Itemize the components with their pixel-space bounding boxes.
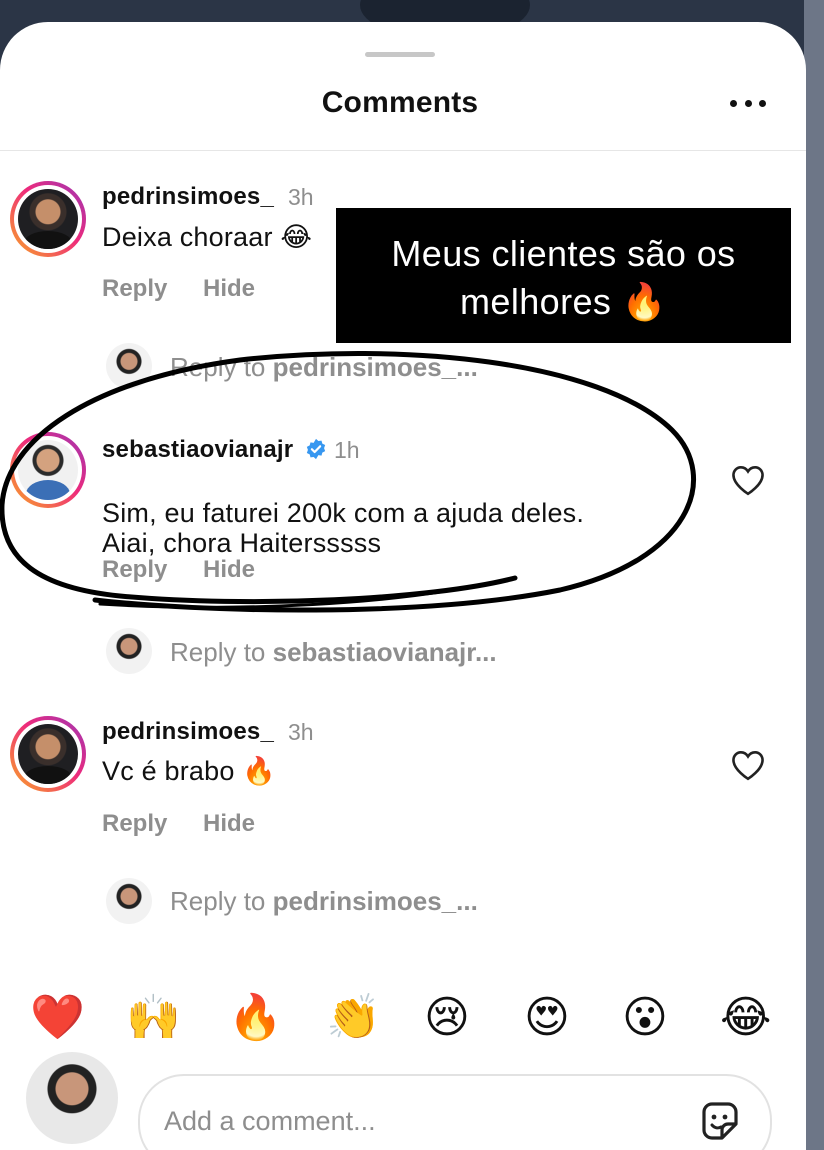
avatar[interactable] xyxy=(10,432,86,508)
comment-username[interactable]: sebastiaovianajr xyxy=(102,436,293,464)
reaction-clapping[interactable]: 👏 xyxy=(326,990,381,1046)
comment-text-line: Sim, eu faturei 200k com a ajuda deles. xyxy=(102,498,585,528)
like-heart-icon[interactable] xyxy=(730,749,766,781)
background-edge xyxy=(804,0,824,1150)
header-divider xyxy=(0,150,806,151)
comment-text: Vc é brabo 🔥 xyxy=(102,756,277,786)
sticker-icon[interactable] xyxy=(696,1098,744,1146)
reply-button[interactable]: Reply xyxy=(102,556,167,584)
comment-input-placeholder: Add a comment... xyxy=(164,1106,376,1136)
story-text-overlay: Meus clientes são os melhores 🔥 xyxy=(336,208,791,343)
comment-text: Deixa choraar 😂 xyxy=(102,222,313,252)
avatar xyxy=(106,343,152,389)
overlay-line: Meus clientes são os xyxy=(391,233,736,274)
avatar xyxy=(26,1052,118,1144)
avatar[interactable] xyxy=(10,716,86,792)
drag-handle[interactable] xyxy=(365,52,435,57)
comments-sheet: Comments pedrinsimoes_ 3h Deixa choraar … xyxy=(0,22,806,1150)
reaction-heart-eyes[interactable]: 😍 xyxy=(524,990,570,1046)
avatar xyxy=(106,878,152,924)
reaction-raising-hands[interactable]: 🙌 xyxy=(126,990,181,1046)
hide-button[interactable]: Hide xyxy=(203,810,255,838)
verified-badge-icon xyxy=(306,438,326,460)
reaction-heart[interactable]: ❤️ xyxy=(30,990,85,1046)
comment-username[interactable]: pedrinsimoes_ xyxy=(102,183,274,211)
reaction-surprised[interactable]: 😮 xyxy=(622,990,668,1046)
comment-input[interactable]: Add a comment... xyxy=(138,1074,772,1150)
comment-text-line: Aiai, chora Haitersssss xyxy=(102,528,382,558)
hide-button[interactable]: Hide xyxy=(203,556,255,584)
reaction-crying[interactable]: 😢 xyxy=(424,990,470,1046)
avatar xyxy=(106,628,152,674)
overlay-line: melhores 🔥 xyxy=(460,281,667,322)
page-title: Comments xyxy=(321,86,479,119)
comment-time: 3h xyxy=(288,184,314,210)
reply-button[interactable]: Reply xyxy=(102,810,167,838)
comment-time: 1h xyxy=(334,437,360,463)
list-fade xyxy=(0,952,806,992)
avatar[interactable] xyxy=(10,181,86,257)
more-options-icon[interactable] xyxy=(730,100,766,108)
reaction-laughing[interactable]: 😂 xyxy=(720,990,771,1046)
reply-button[interactable]: Reply xyxy=(102,275,167,303)
hide-button[interactable]: Hide xyxy=(203,275,255,303)
like-heart-icon[interactable] xyxy=(730,464,766,496)
comment-username[interactable]: pedrinsimoes_ xyxy=(102,718,274,746)
comment-time: 3h xyxy=(288,719,314,745)
reaction-fire[interactable]: 🔥 xyxy=(228,990,283,1046)
quick-reactions-bar: ❤️ 🙌 🔥 👏 😢 😍 😮 😂 xyxy=(0,990,806,1060)
